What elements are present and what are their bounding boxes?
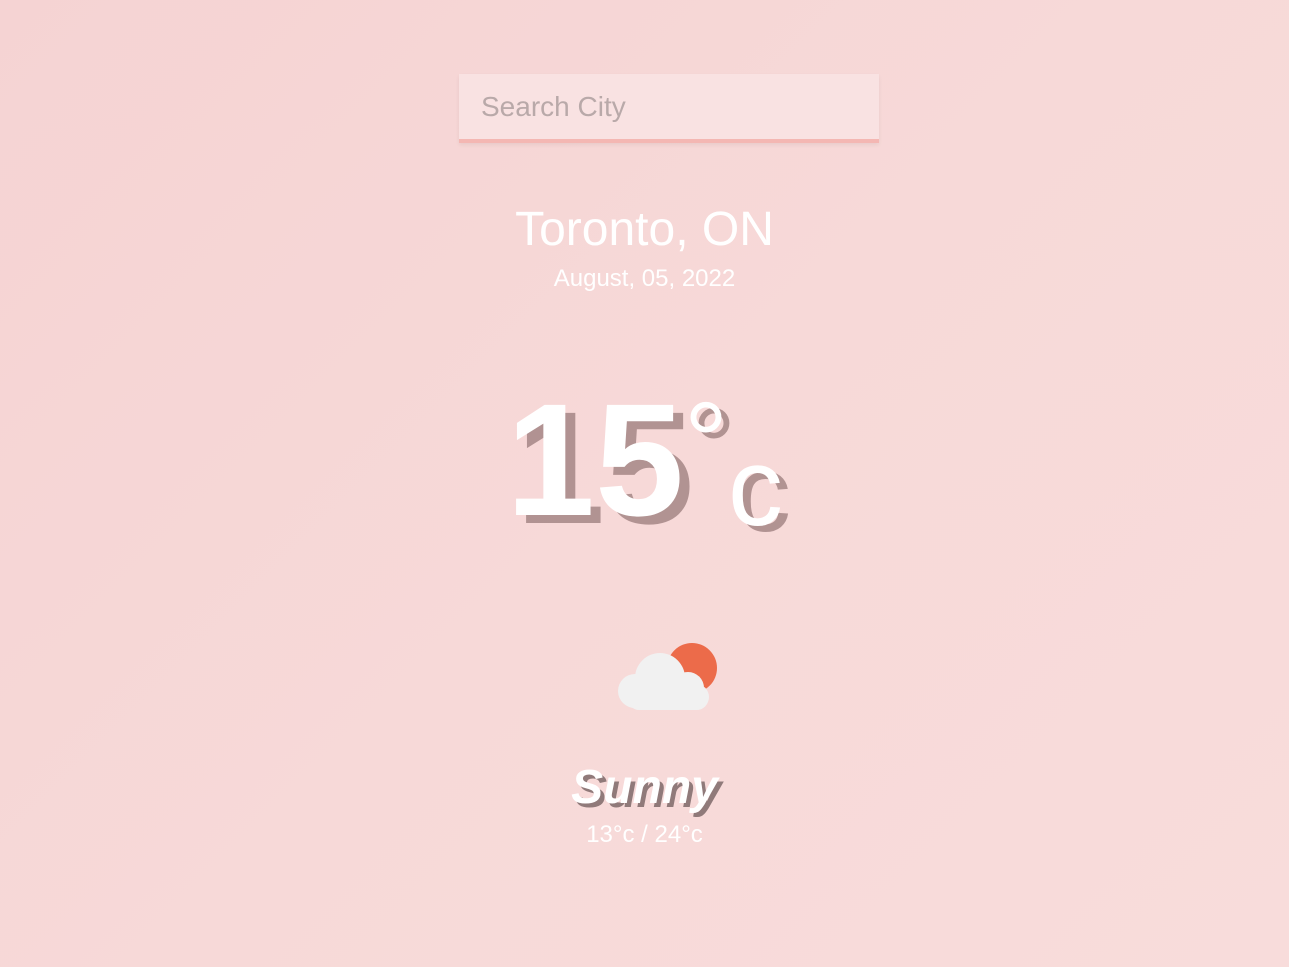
temperature-value: 15 (506, 370, 684, 549)
weather-condition: Sunny (571, 761, 718, 814)
current-date: August, 05, 2022 (553, 265, 736, 292)
search-box (459, 74, 879, 143)
temperature-unit: °c (684, 380, 783, 549)
temperature-range: 13°c / 24°c (586, 821, 703, 848)
partly-cloudy-icon (618, 643, 720, 713)
search-city-input[interactable] (459, 74, 879, 143)
degree-symbol: ° (683, 380, 728, 503)
current-temperature: 15°c (0, 380, 1289, 550)
location-title: Toronto, ON (515, 203, 774, 256)
unit-letter: c (727, 426, 783, 549)
